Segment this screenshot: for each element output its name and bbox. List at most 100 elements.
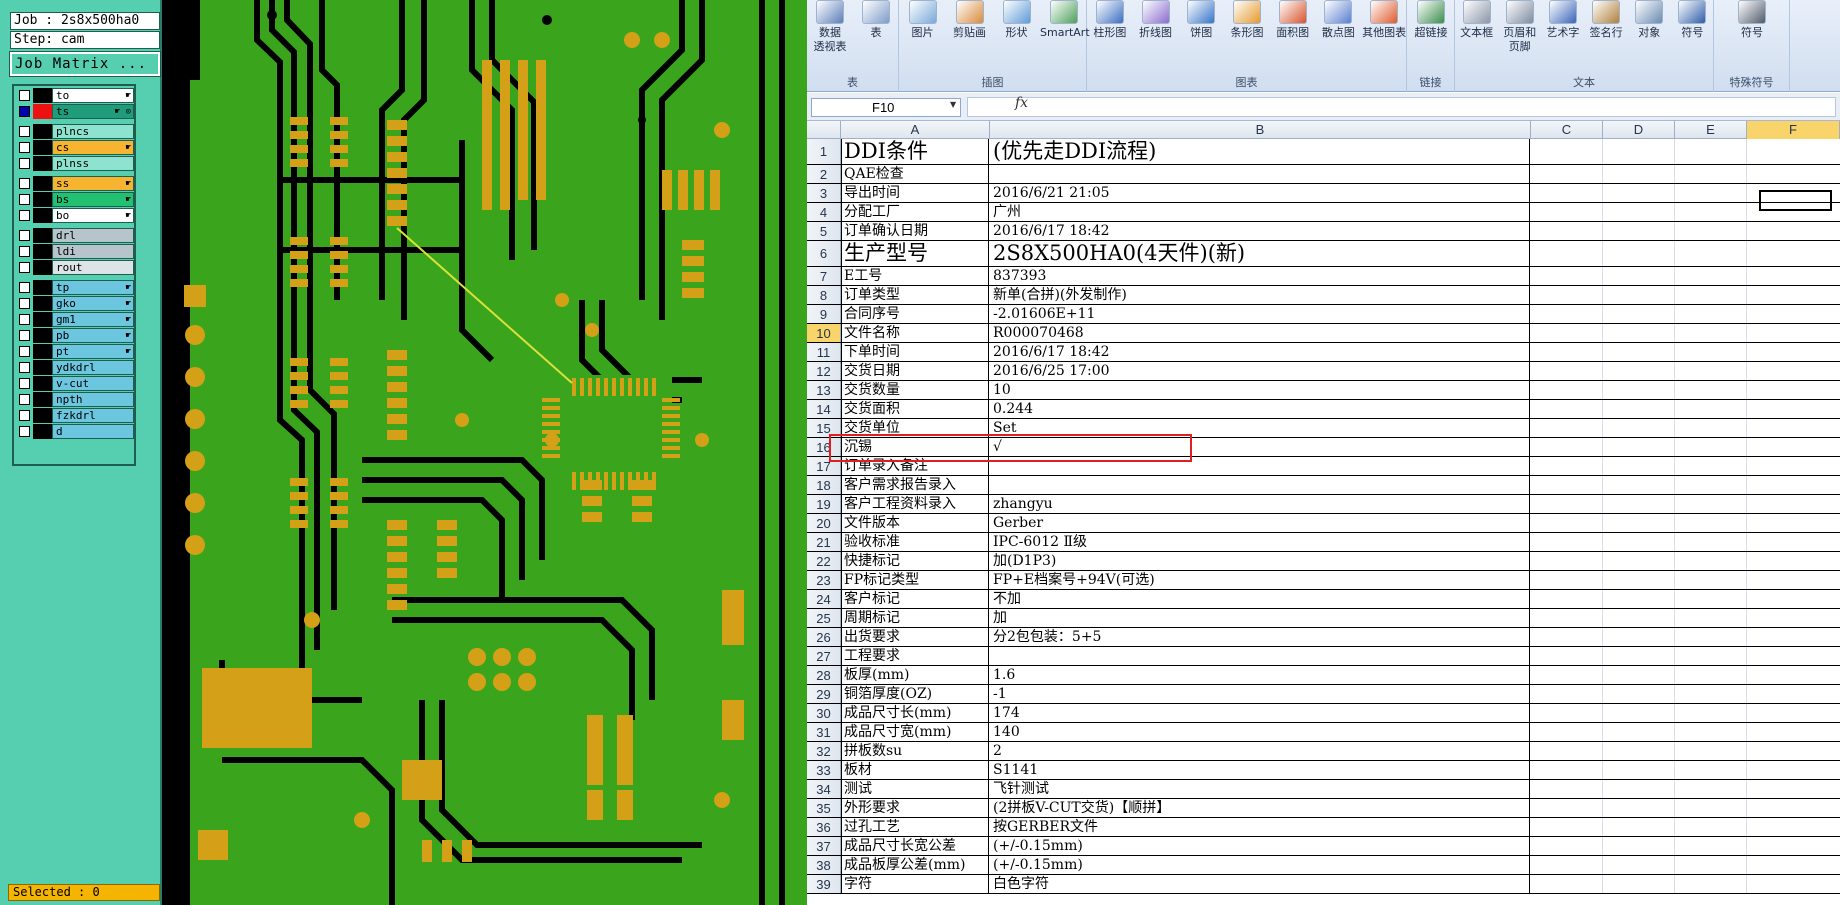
layer-color-swatch[interactable] <box>33 156 52 171</box>
cell-value[interactable]: 加 <box>990 609 1530 627</box>
cell-value[interactable]: (优先走DDI流程) <box>990 139 1530 164</box>
layer-row[interactable]: ss ☛ <box>16 176 134 191</box>
layer-row[interactable]: ts ☛ ⊙ <box>16 104 134 119</box>
cell-label[interactable]: 测试 <box>841 780 989 798</box>
row-header[interactable]: 19 <box>807 495 841 513</box>
cell-value[interactable]: -1 <box>990 685 1530 703</box>
cell-value[interactable]: R000070468 <box>990 324 1530 342</box>
cell-value[interactable]: 10 <box>990 381 1530 399</box>
row-header[interactable]: 18 <box>807 476 841 494</box>
layer-color-swatch[interactable] <box>33 88 52 103</box>
row-header[interactable]: 1 <box>807 139 841 164</box>
row-header[interactable]: 37 <box>807 837 841 855</box>
layer-color-swatch[interactable] <box>33 244 52 259</box>
layer-row[interactable]: pt ☛ <box>16 344 134 359</box>
layer-color-swatch[interactable] <box>33 192 52 207</box>
formula-input[interactable] <box>967 97 1836 117</box>
cell-label[interactable]: 合同序号 <box>841 305 989 323</box>
row-header[interactable]: 28 <box>807 666 841 684</box>
name-box[interactable]: F10 <box>811 98 961 117</box>
cell-value[interactable]: 加(D1P3) <box>990 552 1530 570</box>
layer-name[interactable]: gko ☛ <box>52 296 134 311</box>
layer-name[interactable]: gm1 ☛ <box>52 312 134 327</box>
row-header[interactable]: 32 <box>807 742 841 760</box>
layer-name[interactable]: plnss <box>52 156 134 171</box>
layer-color-swatch[interactable] <box>33 424 52 439</box>
layer-name[interactable]: ydkdrl <box>52 360 134 375</box>
cell-label[interactable]: 客户标记 <box>841 590 989 608</box>
layer-color-swatch[interactable] <box>33 296 52 311</box>
layer-checkbox[interactable] <box>19 126 30 137</box>
layer-checkbox[interactable] <box>19 158 30 169</box>
cell-label[interactable]: 字符 <box>841 875 989 893</box>
layer-checkbox[interactable] <box>19 330 30 341</box>
cell-value[interactable]: zhangyu <box>990 495 1530 513</box>
layer-checkbox[interactable] <box>19 106 30 117</box>
layer-checkbox[interactable] <box>19 194 30 205</box>
cell-value[interactable]: 2016/6/21 21:05 <box>990 184 1530 202</box>
cell-label[interactable]: 客户需求报告录入 <box>841 476 989 494</box>
row-header[interactable]: 30 <box>807 704 841 722</box>
layer-name[interactable]: rout <box>52 260 134 275</box>
insert-function-icon[interactable]: fx <box>1015 95 1028 111</box>
cell-label[interactable]: 铜箔厚度(OZ) <box>841 685 989 703</box>
cell-value[interactable]: 140 <box>990 723 1530 741</box>
layer-name[interactable]: plncs <box>52 124 134 139</box>
layer-name[interactable]: ldi <box>52 244 134 259</box>
layer-checkbox[interactable] <box>19 178 30 189</box>
layer-color-swatch[interactable] <box>33 260 52 275</box>
layer-row[interactable]: gm1 ☛ <box>16 312 134 327</box>
name-box-dropdown-icon[interactable]: ▼ <box>950 100 956 109</box>
row-header[interactable]: 22 <box>807 552 841 570</box>
layer-checkbox[interactable] <box>19 142 30 153</box>
layer-row[interactable]: bs ☛ <box>16 192 134 207</box>
cell-value[interactable]: 2S8X500HA0(4天件)(新) <box>990 241 1530 266</box>
layer-name[interactable]: bs ☛ <box>52 192 134 207</box>
cell-value[interactable]: 2 <box>990 742 1530 760</box>
cell-value[interactable]: FP+E档案号+94V(可选) <box>990 571 1530 589</box>
cell-value[interactable]: 2016/6/17 18:42 <box>990 222 1530 240</box>
pcb-layout-view[interactable] <box>162 0 807 905</box>
layer-row[interactable]: gko ☛ <box>16 296 134 311</box>
row-header[interactable]: 27 <box>807 647 841 665</box>
cell-value[interactable]: 按GERBER文件 <box>990 818 1530 836</box>
ribbon-button[interactable]: 艺术字 <box>1541 0 1584 40</box>
cell-label[interactable]: 订单类型 <box>841 286 989 304</box>
layer-checkbox[interactable] <box>19 298 30 309</box>
cell-value[interactable]: 2016/6/17 18:42 <box>990 343 1530 361</box>
cell-label[interactable]: 板材 <box>841 761 989 779</box>
ribbon-button[interactable]: 数据 透视表 <box>807 0 853 54</box>
layer-name[interactable]: pb ☛ <box>52 328 134 343</box>
ribbon-button[interactable]: 散点图 <box>1316 0 1362 40</box>
ribbon-button[interactable]: 签名行 <box>1585 0 1628 40</box>
cell-label[interactable]: QAE检查 <box>841 165 989 183</box>
row-header[interactable]: 36 <box>807 818 841 836</box>
column-header[interactable]: A <box>841 121 990 139</box>
layer-color-swatch[interactable] <box>33 376 52 391</box>
cell-label[interactable]: 板厚(mm) <box>841 666 989 684</box>
layer-color-swatch[interactable] <box>33 104 52 119</box>
layer-row[interactable]: npth <box>16 392 134 407</box>
layer-row[interactable]: plncs <box>16 124 134 139</box>
ribbon-button[interactable]: 其他图表 <box>1361 0 1407 40</box>
cell-label[interactable]: 成品尺寸长宽公差 <box>841 837 989 855</box>
cell-label[interactable]: FP标记类型 <box>841 571 989 589</box>
cell-value[interactable] <box>990 165 1530 183</box>
ribbon-button[interactable]: 条形图 <box>1224 0 1270 40</box>
row-header[interactable]: 26 <box>807 628 841 646</box>
layer-row[interactable]: bo ☛ <box>16 208 134 223</box>
ribbon-button[interactable]: 图片 <box>899 0 946 40</box>
layer-name[interactable]: v-cut <box>52 376 134 391</box>
ribbon-button[interactable]: 页眉和 页脚 <box>1498 0 1541 54</box>
cell-value[interactable]: IPC-6012 Ⅱ级 <box>990 533 1530 551</box>
layer-checkbox[interactable] <box>19 262 30 273</box>
layer-color-swatch[interactable] <box>33 208 52 223</box>
layer-checkbox[interactable] <box>19 346 30 357</box>
ribbon-button[interactable]: 面积图 <box>1270 0 1316 40</box>
row-header[interactable]: 6 <box>807 241 841 266</box>
ribbon-button[interactable]: 对象 <box>1628 0 1671 40</box>
cell-value[interactable]: 不加 <box>990 590 1530 608</box>
cell-label[interactable]: 成品尺寸宽(mm) <box>841 723 989 741</box>
row-header[interactable]: 39 <box>807 875 841 893</box>
layer-name[interactable]: to ☛ <box>52 88 134 103</box>
